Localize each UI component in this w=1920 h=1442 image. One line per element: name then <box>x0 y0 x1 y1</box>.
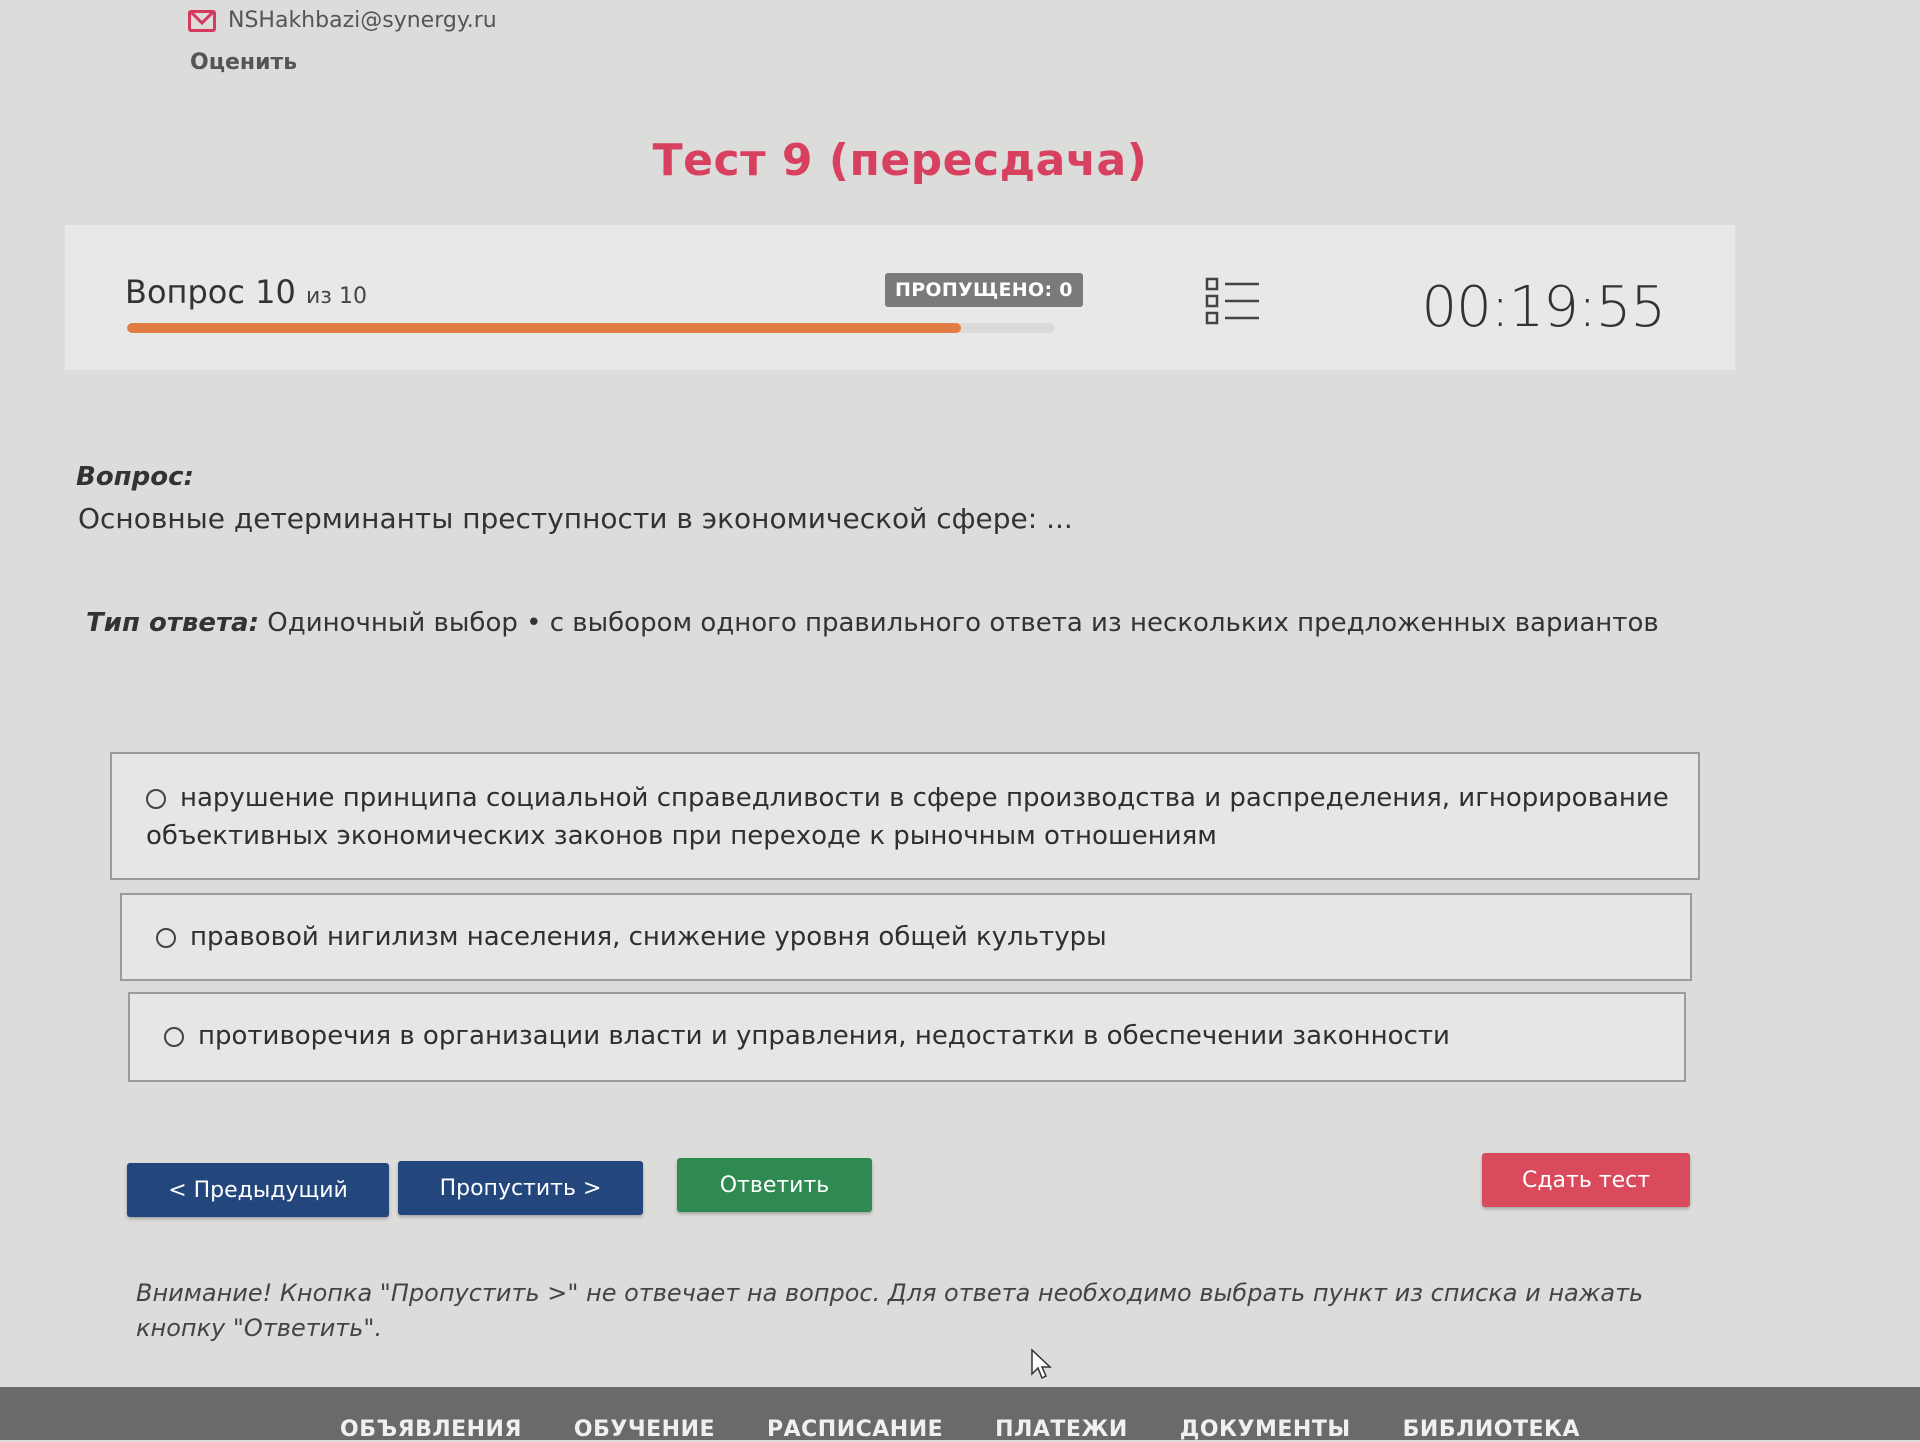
user-email-line: NSHakhbazi@synergy.ru <box>188 8 497 33</box>
timer: 00:19:55 <box>1421 275 1666 340</box>
answer-type-label: Тип ответа: <box>86 608 259 638</box>
submit-test-button[interactable]: Сдать тест <box>1482 1153 1690 1207</box>
answer-option-text: противоречия в организации власти и упра… <box>198 1021 1450 1051</box>
rate-link[interactable]: Оценить <box>190 50 297 75</box>
skipped-badge: ПРОПУЩЕНО: 0 <box>885 273 1083 307</box>
answer-option-text: нарушение принципа социальной справедлив… <box>146 783 1669 851</box>
previous-button[interactable]: < Предыдущий <box>127 1163 389 1217</box>
question-total: из 10 <box>306 284 367 309</box>
page-title: Тест 9 (пересдача) <box>652 135 1148 186</box>
question-label: Вопрос: <box>76 462 194 492</box>
skip-button[interactable]: Пропустить > <box>398 1161 643 1215</box>
answer-button[interactable]: Ответить <box>677 1158 872 1212</box>
footer-item-payments[interactable]: ПЛАТЕЖИ <box>995 1417 1128 1442</box>
mail-icon <box>188 9 216 32</box>
progress-bar <box>127 323 1054 333</box>
footer-nav: ОБЪЯВЛЕНИЯ ОБУЧЕНИЕ РАСПИСАНИЕ ПЛАТЕЖИ Д… <box>340 1417 1580 1442</box>
question-list-icon[interactable] <box>1205 275 1261 327</box>
question-current: 10 <box>255 273 296 311</box>
radio-button[interactable] <box>146 789 166 809</box>
question-counter: Вопрос 10 из 10 <box>125 273 367 311</box>
answer-option-1[interactable]: нарушение принципа социальной справедлив… <box>110 752 1700 880</box>
progress-bar-fill <box>127 323 962 333</box>
radio-button[interactable] <box>156 928 176 948</box>
question-text: Основные детерминанты преступности в эко… <box>78 502 1073 535</box>
answer-option-2[interactable]: правовой нигилизм населения, снижение ур… <box>120 893 1692 981</box>
mouse-cursor-icon <box>1031 1348 1052 1380</box>
radio-button[interactable] <box>164 1027 184 1047</box>
notice-text: Внимание! Кнопка "Пропустить >" не отвеч… <box>136 1279 1644 1342</box>
footer-item-schedule[interactable]: РАСПИСАНИЕ <box>767 1417 943 1442</box>
footer-item-learning[interactable]: ОБУЧЕНИЕ <box>574 1417 715 1442</box>
progress-panel: Вопрос 10 из 10 ПРОПУЩЕНО: 0 00:19:55 <box>65 225 1735 370</box>
footer-item-library[interactable]: БИБЛИОТЕКА <box>1403 1417 1580 1442</box>
footer-item-documents[interactable]: ДОКУМЕНТЫ <box>1180 1417 1351 1442</box>
footer-nav-bar: ОБЪЯВЛЕНИЯ ОБУЧЕНИЕ РАСПИСАНИЕ ПЛАТЕЖИ Д… <box>0 1387 1920 1442</box>
answer-option-text: правовой нигилизм населения, снижение ур… <box>190 922 1107 952</box>
user-email: NSHakhbazi@synergy.ru <box>228 8 497 33</box>
answer-option-3[interactable]: противоречия в организации власти и упра… <box>128 992 1686 1082</box>
question-counter-label: Вопрос <box>125 273 245 311</box>
footer-item-announcements[interactable]: ОБЪЯВЛЕНИЯ <box>340 1417 522 1442</box>
answer-type-text: Одиночный выбор • с выбором одного прави… <box>259 608 1659 638</box>
answer-type: Тип ответа: Одиночный выбор • с выбором … <box>86 608 1659 638</box>
